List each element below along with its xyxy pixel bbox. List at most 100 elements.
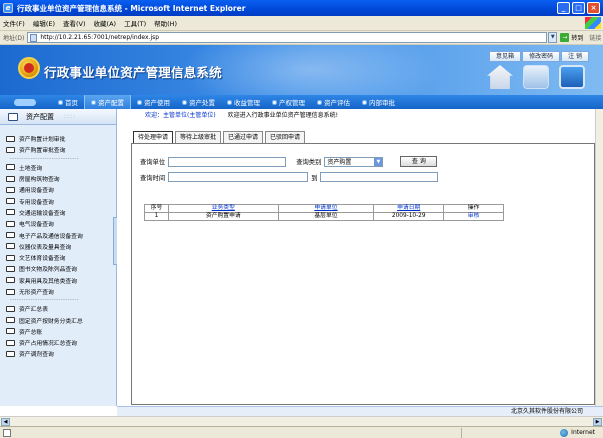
sidebar-item-electrical-equipment-query[interactable]: 电气设备查询 (6, 218, 116, 229)
security-zone: Internet (552, 428, 603, 437)
time-to-label: 到 (311, 174, 318, 182)
folder-icon (6, 164, 15, 171)
home-icon[interactable] (487, 65, 513, 89)
sidebar-item-asset-ledger[interactable]: 资产总账 (6, 326, 116, 337)
feedback-link[interactable]: 意见箱 (489, 51, 522, 62)
swap-icon[interactable] (523, 65, 549, 89)
cell-business-type: 资产购置申请 (167, 212, 279, 221)
folder-icon (6, 277, 15, 284)
folder-icon (6, 339, 15, 346)
address-dropdown[interactable]: ▼ (548, 32, 558, 43)
type-label: 查询类别 (296, 159, 322, 166)
folder-icon (6, 186, 15, 193)
folder-icon (6, 146, 15, 153)
type-select[interactable]: 资产购置 ▼ (324, 156, 384, 167)
folder-icon (6, 198, 15, 205)
tab-approved[interactable]: 已通过申请 (223, 131, 264, 143)
sidebar-item-general-equipment-query[interactable]: 通用设备查询 (6, 184, 116, 195)
scroll-left-arrow-icon[interactable]: ◀ (1, 418, 10, 426)
col-applicant-unit[interactable]: 申请单位 (277, 204, 375, 213)
sidebar-item-asset-occupancy-query[interactable]: 资产占用情况汇总查询 (6, 337, 116, 348)
save-icon[interactable] (559, 65, 585, 89)
nav-property-rights[interactable]: 产权管理 (266, 95, 311, 109)
menu-tools[interactable]: 工具(T) (124, 18, 146, 28)
results-table: 序号 业务类型 申请单位 申请日期 操作 1 资产购置申请 基层单位 2009-… (144, 204, 504, 221)
sidebar-item-electronics-query[interactable]: 电子产品及通信设备查询 (6, 229, 116, 240)
col-apply-date[interactable]: 申请日期 (373, 204, 445, 213)
cell-apply-date: 2009-10-29 (373, 212, 445, 221)
sidebar-item-asset-transfer-query[interactable]: 资产调剂查询 (6, 348, 116, 359)
folder-icon (6, 220, 15, 227)
sidebar-item-instruments-query[interactable]: 仪器仪表及量具查询 (6, 241, 116, 252)
menu-view[interactable]: 查看(V) (63, 18, 86, 28)
time-label: 查询时间 (140, 174, 166, 182)
nav-asset-use[interactable]: 资产使用 (131, 95, 176, 109)
query-button[interactable]: 查 询 (400, 156, 438, 167)
col-index: 序号 (144, 204, 169, 213)
folder-icon (6, 135, 15, 142)
vertical-scrollbar[interactable] (595, 109, 603, 406)
menu-file[interactable]: 文件(F) (3, 18, 25, 28)
close-button[interactable]: × (587, 2, 600, 14)
change-password-link[interactable]: 修改密码 (522, 51, 561, 62)
sidebar-item-transport-equipment-query[interactable]: 交通运输设备查询 (6, 207, 116, 218)
time-to-input[interactable] (320, 172, 439, 182)
unit-input[interactable] (168, 156, 287, 167)
sidebar-header[interactable]: 资产配置 :::: (0, 109, 116, 125)
logout-link[interactable]: 注 销 (561, 51, 589, 62)
app-title: 行政事业单位资产管理信息系统 (44, 65, 222, 80)
home-dot-icon (58, 99, 63, 105)
status-tabs: 待处理申请 等待上级审批 已通过申请 已驳回申请 (133, 131, 307, 143)
sidebar-item-books-relics-query[interactable]: 图书文物及陈列品查询 (6, 263, 116, 274)
folder-icon (6, 288, 15, 295)
sidebar-item-special-equipment-query[interactable]: 专用设备查询 (6, 195, 116, 206)
sidebar-item-purchase-plan-approval[interactable]: 资产购置计划审批 (6, 133, 116, 144)
col-business-type[interactable]: 业务类型 (167, 204, 279, 213)
bullet-icon (362, 99, 367, 105)
sidebar-list: 资产购置计划审批 资产购置审批查询 ----------------------… (0, 125, 116, 360)
menu-edit[interactable]: 编辑(E) (33, 18, 55, 28)
sidebar-item-buildings-query[interactable]: 房屋构筑物查询 (6, 173, 116, 184)
go-button[interactable]: → 转到 (560, 33, 583, 42)
address-input[interactable]: http://10.2.21.65:7001/netrep/index.jsp (27, 32, 548, 43)
address-bar: 地址(D) http://10.2.21.65:7001/netrep/inde… (0, 31, 603, 45)
national-emblem-icon (18, 57, 40, 79)
tab-awaiting-superior[interactable]: 等待上级审批 (175, 131, 222, 143)
welcome-message: 欢迎进入行政事业单位资产管理信息系统! (227, 112, 339, 119)
links-button[interactable]: 链接 (589, 33, 601, 42)
tab-pending[interactable]: 待处理申请 (133, 131, 174, 143)
go-arrow-icon: → (560, 33, 570, 42)
unit-label: 查询单位 (140, 159, 166, 166)
tab-rejected[interactable]: 已驳回申请 (265, 131, 306, 143)
window-titlebar: e 行政事业单位资产管理信息系统 - Microsoft Internet Ex… (0, 0, 603, 16)
folder-icon (8, 112, 18, 121)
nav-asset-config[interactable]: 资产配置 (84, 95, 131, 109)
folder-icon (6, 254, 15, 261)
page-status-icon (3, 428, 11, 437)
nav-home[interactable]: 首页 (52, 95, 84, 109)
review-link[interactable]: 审核 (443, 212, 504, 221)
minimize-button[interactable]: _ (557, 2, 570, 14)
sidebar-item-land-query[interactable]: 土地查询 (6, 162, 116, 173)
menu-help[interactable]: 帮助(H) (154, 18, 177, 28)
nav-asset-appraisal[interactable]: 资产评估 (311, 95, 356, 109)
address-label: 地址(D) (3, 35, 25, 42)
folder-icon (6, 175, 15, 182)
sidebar-item-sports-equipment-query[interactable]: 文艺体育设备查询 (6, 252, 116, 263)
sidebar-item-asset-summary[interactable]: 资产汇总表 (6, 303, 116, 314)
scroll-right-arrow-icon[interactable]: ▶ (593, 418, 602, 426)
nav-income-mgmt[interactable]: 收益管理 (221, 95, 266, 109)
nav-internal-approval[interactable]: 内部审批 (356, 95, 401, 109)
sidebar-item-intangible-assets-query[interactable]: 无形资产查询 (6, 286, 116, 297)
main-nav: 首页 资产配置 资产使用 资产处置 收益管理 产权管理 资产评估 内部审批 (0, 95, 603, 109)
bullet-icon (272, 99, 277, 105)
sidebar-item-furniture-query[interactable]: 家具用具及其他类查询 (6, 275, 116, 286)
maximize-button[interactable]: □ (572, 2, 585, 14)
sidebar-item-fixed-asset-summary[interactable]: 固定资产按财务分类汇总 (6, 314, 116, 325)
user-badge-icon (13, 98, 36, 106)
nav-asset-disposal[interactable]: 资产处置 (176, 95, 221, 109)
horizontal-scrollbar[interactable]: ◀ ▶ (0, 416, 603, 426)
menu-favorites[interactable]: 收藏(A) (94, 18, 117, 28)
sidebar-item-purchase-approval-query[interactable]: 资产购置审批查询 (6, 144, 116, 155)
time-from-input[interactable] (168, 172, 309, 182)
